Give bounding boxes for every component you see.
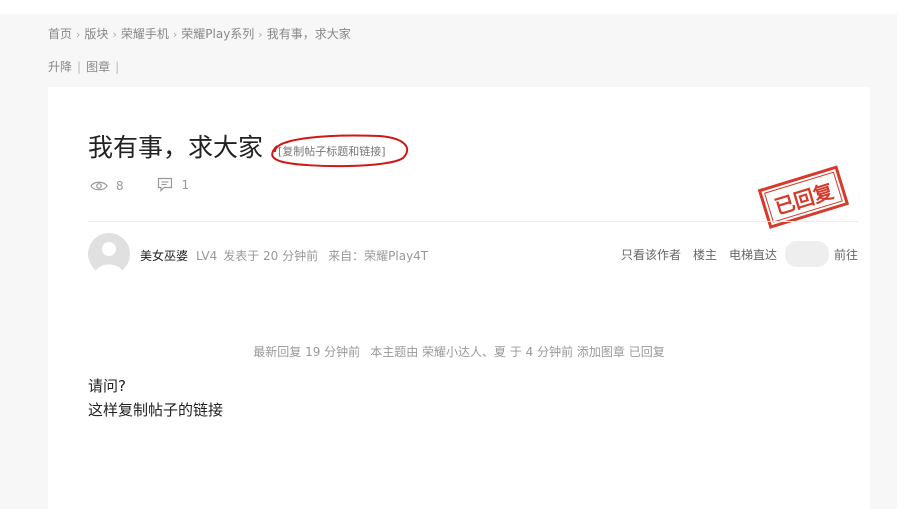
page-title: 我有事，求大家 [88,133,264,162]
go-button[interactable]: 前往 [834,246,858,263]
breadcrumb-current: 我有事，求大家 [266,27,351,41]
post-content: 请问? 这样复制帖子的链接 [88,374,223,422]
ops-separator: | [115,60,120,74]
breadcrumb-separator: › [258,28,263,41]
user-silhouette-icon [94,242,124,275]
post-stats: 8 1 [90,177,219,195]
replied-stamp: 已回复 [757,165,850,229]
raise-lower-link[interactable]: 升降 [48,60,72,74]
author-level: LV4 [196,249,218,263]
comment-icon [158,177,173,192]
view-count: 8 [90,179,124,193]
copy-title-link-button[interactable]: [复制帖子标题和链接] [278,143,386,159]
breadcrumb-separator: › [172,28,178,41]
stamp-link[interactable]: 图章 [86,60,110,74]
stamp-info: 本主题由 荣耀小达人、夏 于 4 分钟前 添加图章 已回复 [370,345,665,359]
posted-time: 发表于 20 分钟前 [223,249,319,263]
latest-reply-info: 最新回复 19 分钟前 [253,345,361,359]
post-card: 我有事，求大家 [复制帖子标题和链接] 8 1 已回复 美女巫婆 LV4 发表于… [48,87,870,509]
author-line: 美女巫婆 LV4 发表于 20 分钟前 来自：荣耀Play4T [140,247,428,264]
breadcrumb: 首页 › 版块 › 荣耀手机 › 荣耀Play系列 › 我有事，求大家 [48,25,351,42]
floor-op-label: 楼主 [692,247,717,262]
divider [88,221,858,222]
breadcrumb-separator: › [112,28,117,41]
eye-icon [90,181,108,191]
post-source: 来自：荣耀Play4T [328,249,429,263]
breadcrumb-separator: › [76,28,81,41]
jump-to-floor-label: 电梯直达 [728,247,777,262]
post-ops: 升降 | 图章 | [48,58,124,75]
view-count-value: 8 [116,179,124,193]
post-tools: 只看该作者 楼主 电梯直达 前往 [621,241,858,267]
only-author-link[interactable]: 只看该作者 [621,246,681,263]
author-name[interactable]: 美女巫婆 [140,249,188,263]
reply-count-value: 1 [181,177,190,192]
breadcrumb-home[interactable]: 首页 [48,27,72,41]
floor-number-input[interactable] [784,241,829,267]
ops-separator: | [77,60,82,74]
breadcrumb-honor-play-series[interactable]: 荣耀Play系列 [181,27,254,41]
reply-count: 1 [157,177,189,192]
breadcrumb-honor-phones[interactable]: 荣耀手机 [121,27,169,41]
thread-notice: 最新回复 19 分钟前 本主题由 荣耀小达人、夏 于 4 分钟前 添加图章 已回复 [48,343,870,360]
avatar[interactable] [88,233,130,275]
breadcrumb-forum[interactable]: 版块 [84,27,108,41]
post-line: 请问? [88,377,126,395]
post-line: 这样复制帖子的链接 [88,401,224,419]
